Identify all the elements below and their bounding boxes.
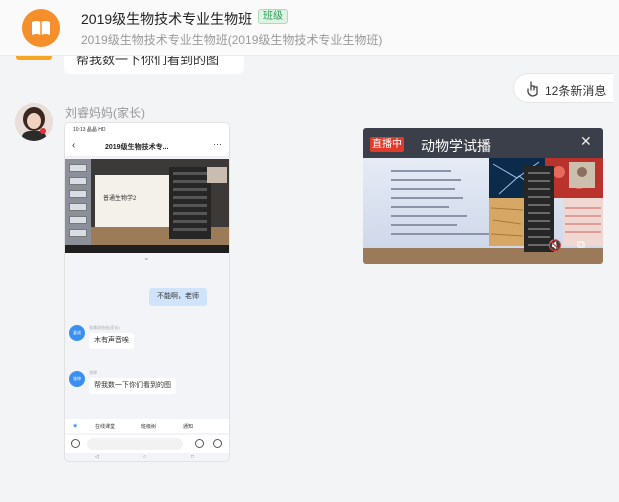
live-title: 动物学试播 xyxy=(421,138,491,154)
live-top-bar: 直播中 动物学试播 ✕ xyxy=(363,128,603,158)
back-icon: ‹ xyxy=(72,140,76,151)
phone-input-box xyxy=(87,438,183,450)
phone-sender-b: 张坤 xyxy=(89,370,97,375)
phone-sender-a: 张晨成爸爸(家长) xyxy=(89,325,120,330)
previous-message-text: 帮我数一下你们看到的图 xyxy=(76,56,220,67)
chat-window: 2019级生物技术专业生物班 班级 2019级生物技术专业生物班(2019级生物… xyxy=(0,0,619,502)
video-taskbar xyxy=(65,245,229,253)
emoji-icon xyxy=(195,439,204,448)
phone-bubble-b: 帮我数一下你们看到的图 xyxy=(89,378,176,394)
phone-toolbar-tree: 班级树 xyxy=(141,424,157,430)
phone-avatar-a: 爱成 xyxy=(69,325,85,341)
phone-toolbar-notice: 通知 xyxy=(183,424,194,430)
group-name[interactable]: 2019级生物技术专业生物班 xyxy=(81,9,252,29)
avatar[interactable] xyxy=(15,103,53,141)
mute-icon[interactable]: 🔇 xyxy=(548,239,562,252)
phone-status-bar: 10:13 晶晶 HD xyxy=(65,123,229,135)
sender-name: 刘睿妈妈(家长) xyxy=(65,106,145,120)
shared-image[interactable]: 10:13 晶晶 HD ‹ 2019级生物技术专... ··· 普通生物学2 ⌄… xyxy=(64,122,230,462)
voice-icon: ◉ xyxy=(73,423,78,429)
plus-icon xyxy=(213,439,222,448)
close-icon[interactable]: ✕ xyxy=(580,133,592,150)
hand-pointer-icon xyxy=(527,81,538,97)
phone-nav-bar: ‹ 2019级生物技术专... ··· xyxy=(65,135,229,157)
fullscreen-icon[interactable]: ⧉ xyxy=(577,239,585,252)
microphone-icon xyxy=(71,439,80,448)
previous-message-bubble[interactable]: 帮我数一下你们看到的图 xyxy=(64,56,244,74)
phone-nav-title: 2019级生物技术专... xyxy=(105,144,169,151)
live-badge: 直播中 xyxy=(370,137,404,152)
slide-thumbnails xyxy=(65,159,91,253)
more-icon: ··· xyxy=(213,139,222,149)
phone-avatar-b: 张坤 xyxy=(69,371,85,387)
book-icon xyxy=(32,21,50,35)
previous-avatar-edge xyxy=(16,56,52,60)
slide-preview: 普通生物学2 xyxy=(95,175,169,227)
phone-toolbar-online: 在线课堂 xyxy=(95,424,116,430)
video-panel xyxy=(169,167,211,239)
phone-video: 普通生物学2 xyxy=(65,159,229,253)
chat-header: 2019级生物技术专业生物班 班级 2019级生物技术专业生物班(2019级生物… xyxy=(0,0,619,56)
new-messages-label: 12条新消息 xyxy=(545,84,607,98)
new-messages-button[interactable]: 12条新消息 xyxy=(513,73,613,103)
group-subtitle: 2019级生物技术专业生物班(2019级生物技术专业生物班) xyxy=(81,33,383,47)
chevron-down-icon: ⌄ xyxy=(143,253,150,262)
phone-toolbar: ◉ 在线课堂 班级树 通知 xyxy=(65,419,229,433)
phone-reply-bubble: 不能啊，老师 xyxy=(149,288,207,306)
group-avatar[interactable] xyxy=(22,9,60,47)
slide-title: 普通生物学2 xyxy=(103,196,137,202)
live-stream-window[interactable]: 直播中 动物学试播 ✕ 🔇 ⧉ xyxy=(363,128,603,264)
phone-system-nav: ◁ ○ □ xyxy=(95,454,195,460)
teacher-cam xyxy=(207,167,227,183)
avatar-photo xyxy=(15,103,53,141)
phone-bubble-a: 木有声音唉 xyxy=(89,333,134,349)
class-badge: 班级 xyxy=(258,9,288,24)
phone-input-row xyxy=(65,435,229,453)
live-floor xyxy=(363,248,603,264)
